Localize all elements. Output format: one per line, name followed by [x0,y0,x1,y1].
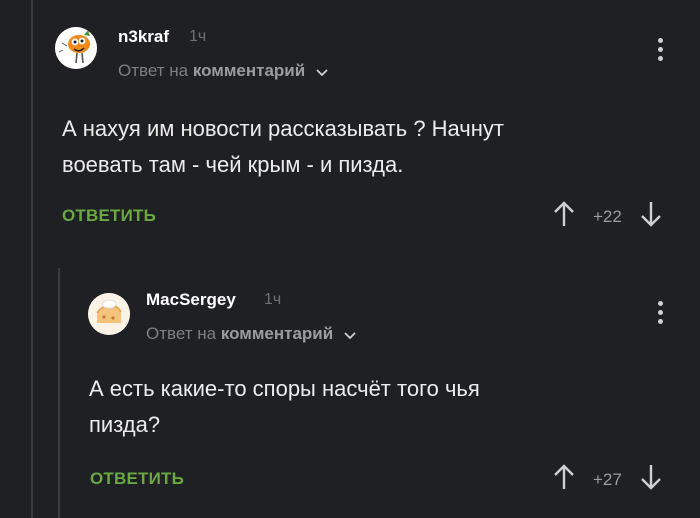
reply-target-link[interactable]: комментарий [221,324,333,343]
reply-button[interactable]: ОТВЕТИТЬ [90,469,184,489]
vote-controls: +27 [553,463,662,496]
chevron-down-icon[interactable] [316,62,328,82]
author-name[interactable]: n3kraf [118,27,169,47]
comment: n3kraf 1ч Ответ на комментарий А нахуя и… [0,0,700,240]
downvote-arrow-icon[interactable] [640,463,662,496]
downvote-arrow-icon[interactable] [640,200,662,233]
reply-prefix: Ответ на [118,61,189,80]
reply-button[interactable]: ОТВЕТИТЬ [62,206,156,226]
comment-text: А нахуя им новости рассказывать ? Начнут… [62,111,504,183]
comment-text-line: А нахуя им новости рассказывать ? Начнут [62,116,504,141]
reply-to[interactable]: Ответ на комментарий [118,61,328,82]
author-name[interactable]: MacSergey [146,290,236,310]
reply-target-link[interactable]: комментарий [193,61,305,80]
more-vertical-icon[interactable] [658,38,664,65]
comment-text-line: пизда? [89,412,161,437]
avatar[interactable] [88,293,130,335]
reply-prefix: Ответ на [146,324,217,343]
reply-to[interactable]: Ответ на комментарий [146,324,356,345]
comment-time: 1ч [264,291,282,308]
comment-text-line: А есть какие-то споры насчёт того чья [89,376,480,401]
comment-text: А есть какие-то споры насчёт того чья пи… [89,371,480,443]
comment-text-line: воевать там - чей крым - и пизда. [62,152,404,177]
vote-score: +27 [593,469,622,489]
comment-time: 1ч [189,28,207,45]
chevron-down-icon[interactable] [344,325,356,345]
upvote-arrow-icon[interactable] [553,200,575,233]
upvote-arrow-icon[interactable] [553,463,575,496]
vote-score: +22 [593,206,622,226]
vote-controls: +22 [553,200,662,233]
more-vertical-icon[interactable] [658,301,664,328]
avatar[interactable] [55,27,97,69]
